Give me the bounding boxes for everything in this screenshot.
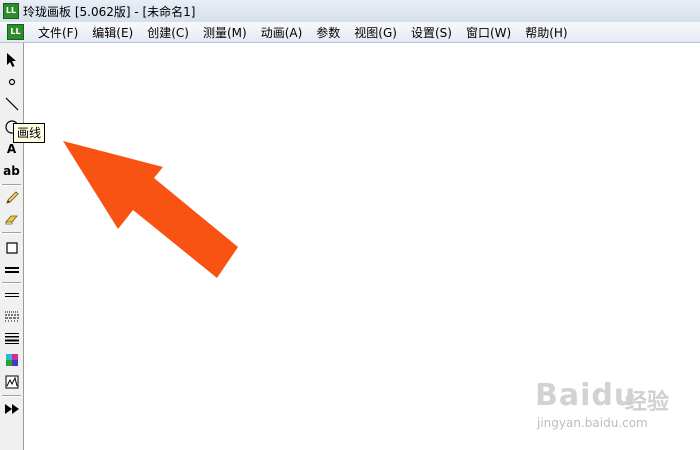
dotted-line-tool-button[interactable] [2,306,21,326]
title-bar: LL 玲珑画板 [5.062版] - [未命名1] [0,0,700,22]
eraser-icon [4,215,18,225]
graph-icon [5,375,18,389]
document-icon[interactable]: LL [7,24,24,40]
menu-help[interactable]: 帮助(H) [518,24,574,41]
thick-line-tool-button[interactable] [2,260,21,280]
app-icon: LL [3,3,19,19]
square-icon [5,242,18,254]
rectangle-tool-button[interactable] [2,238,21,258]
menu-measure[interactable]: 测量(M) [196,24,254,41]
toolbar-separator [2,282,21,284]
watermark-logo: Baidu [535,378,637,413]
watermark-cn-text: 经验 [625,390,670,415]
menu-bar: LL 文件(F) 编辑(E) 创建(C) 测量(M) 动画(A) 参数 视图(G… [0,22,700,43]
menu-settings[interactable]: 设置(S) [404,24,459,41]
pencil-icon [5,191,19,204]
line-weight-tool-button[interactable] [2,328,21,348]
ab-text-icon: ab [3,164,20,178]
toolbar-separator [2,184,21,186]
window-title: 玲珑画板 [5.062版] - [未命名1] [23,4,196,19]
label-tool-button[interactable]: ab [2,161,21,181]
tool-palette: A ab [0,43,24,450]
cursor-arrow-icon [6,53,16,67]
thick-line-icon [4,267,19,273]
toolbar-separator [2,395,21,397]
point-tool-button[interactable] [2,72,21,92]
select-tool-button[interactable] [2,50,21,70]
menu-parameters[interactable]: 参数 [309,24,347,41]
point-icon [8,78,15,86]
watermark-url: jingyan.baidu.com [537,416,648,430]
annotation-arrow-icon [63,141,238,278]
menu-create[interactable]: 创建(C) [140,24,196,41]
eraser-tool-button[interactable] [2,209,21,229]
menu-view[interactable]: 视图(G) [347,24,404,41]
toolbar-separator [2,232,21,234]
line-weight-icon [4,333,19,344]
fast-forward-icon [4,404,19,414]
thin-line-tool-button[interactable] [2,285,21,305]
color-palette-icon [5,354,18,366]
double-line-icon [4,293,19,297]
menu-animation[interactable]: 动画(A) [254,24,310,41]
pencil-tool-button[interactable] [2,188,21,208]
graph-tool-button[interactable] [2,372,21,392]
color-tool-button[interactable] [2,350,21,370]
animation-tool-button[interactable] [2,399,21,419]
menu-edit[interactable]: 编辑(E) [85,24,140,41]
tool-tooltip: 画线 [13,123,46,143]
letter-a-icon: A [6,142,17,156]
line-icon [5,97,18,111]
baidu-watermark: Baidu 经验 jingyan.baidu.com [535,370,695,440]
line-tool-button[interactable] [2,94,21,114]
menu-window[interactable]: 窗口(W) [459,24,518,41]
dotted-line-icon [4,311,19,322]
menu-file[interactable]: 文件(F) [31,24,85,41]
